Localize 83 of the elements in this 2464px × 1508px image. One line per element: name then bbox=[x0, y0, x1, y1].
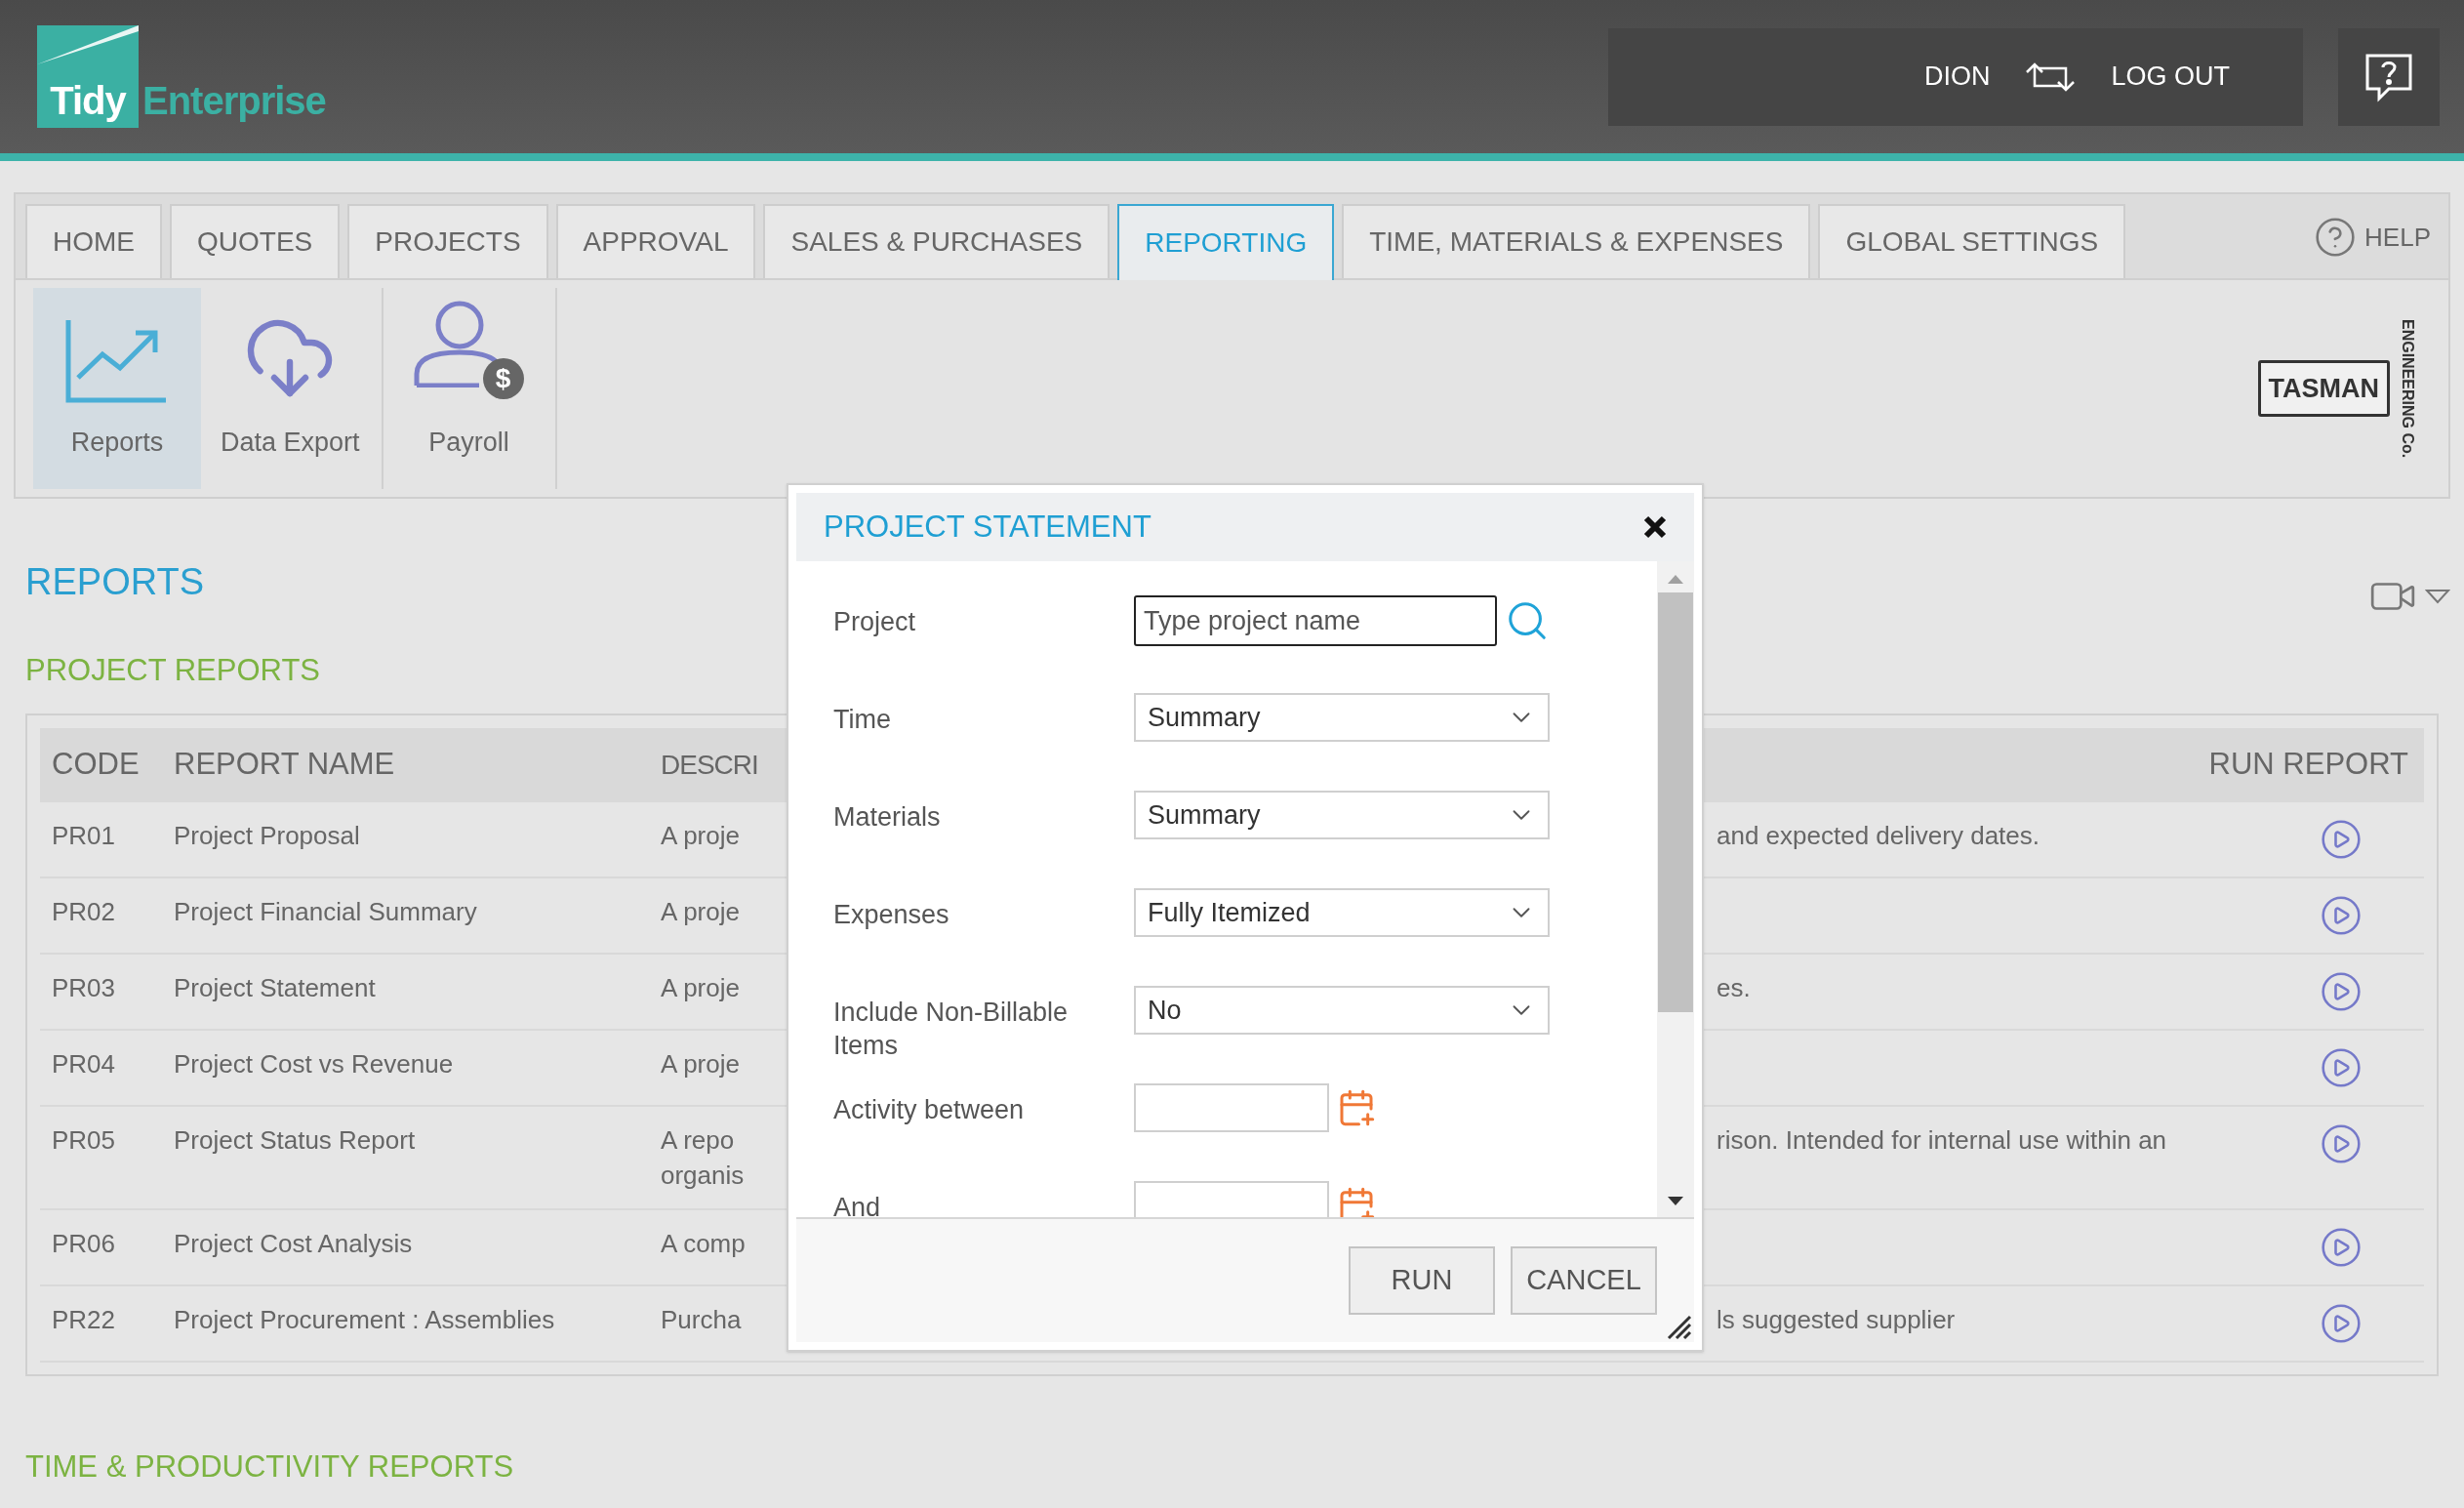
play-icon[interactable] bbox=[2320, 1121, 2363, 1165]
table-cell-text: and expected delivery dates. bbox=[1717, 819, 2040, 852]
field-label: Time bbox=[833, 704, 892, 736]
field-label: Include Non-Billable Items bbox=[833, 997, 1070, 1062]
date-field[interactable] bbox=[1134, 1083, 1329, 1132]
table-cell-text: PR01 bbox=[51, 819, 117, 852]
nav-tab[interactable]: GLOBAL SETTINGS bbox=[1818, 204, 2126, 278]
table-cell-text: A proje bbox=[661, 819, 740, 852]
toolbar-item[interactable]: Reports bbox=[33, 288, 201, 489]
app-logo[interactable]: Tidy Enterprise bbox=[37, 25, 326, 128]
table-cell-text: PR02 bbox=[51, 895, 117, 928]
table-cell-text: Project Cost vs Revenue bbox=[174, 1047, 455, 1080]
field-label: Materials bbox=[833, 801, 942, 834]
table-cell-text: PR04 bbox=[51, 1047, 117, 1080]
dropdown-select[interactable]: Fully Itemized bbox=[1134, 888, 1550, 937]
nav-tab[interactable]: REPORTING bbox=[1117, 204, 1335, 280]
nav-tab[interactable]: QUOTES bbox=[170, 204, 341, 278]
table-cell-text: Project Statement bbox=[174, 971, 377, 1004]
table-cell-text: Purcha bbox=[661, 1303, 742, 1336]
dialog-button[interactable]: CANCEL bbox=[1511, 1246, 1657, 1315]
brand-name: TASMAN bbox=[2257, 359, 2390, 418]
help-icon bbox=[2314, 216, 2358, 259]
dropdown-select[interactable]: No bbox=[1134, 986, 1550, 1035]
brand-tagline: ENGINEERING Co. bbox=[2399, 318, 2417, 459]
dollar-badge: $ bbox=[482, 357, 524, 399]
table-cell-text: PR05 bbox=[51, 1123, 117, 1157]
table-cell-text: A proje bbox=[661, 895, 740, 928]
nav-tab[interactable]: PROJECTS bbox=[347, 204, 548, 278]
table-cell-text: es. bbox=[1717, 971, 1751, 1004]
play-icon[interactable] bbox=[2320, 893, 2363, 937]
nav-tab[interactable]: HOME bbox=[25, 204, 162, 278]
play-icon[interactable] bbox=[2320, 1301, 2363, 1345]
date-field[interactable] bbox=[1134, 1181, 1329, 1217]
play-icon[interactable] bbox=[2320, 1225, 2363, 1269]
field-label: And bbox=[833, 1192, 882, 1217]
scrollbar[interactable] bbox=[1657, 561, 1694, 1217]
table-cell-text: Project Financial Summary bbox=[174, 895, 478, 928]
nav-tab[interactable]: APPROVAL bbox=[555, 204, 756, 278]
project-search-field[interactable]: Type project name bbox=[1134, 595, 1497, 646]
dropdown-select[interactable]: Summary bbox=[1134, 693, 1550, 742]
column-header: CODE bbox=[51, 746, 141, 784]
dialog-title: PROJECT STATEMENT bbox=[824, 508, 1151, 546]
table-cell-text: Project Procurement : Assemblies bbox=[174, 1303, 556, 1336]
table-cell-text: A comp bbox=[661, 1227, 746, 1260]
table-cell-text: PR06 bbox=[51, 1227, 117, 1260]
table-cell-text: A proje bbox=[661, 1047, 740, 1080]
column-header: REPORT NAME bbox=[174, 746, 396, 784]
section-heading: TIME & PRODUCTIVITY REPORTS bbox=[25, 1447, 515, 1486]
table-cell-text: rison. Intended for internal use within an bbox=[1717, 1123, 2167, 1157]
table-cell-text: ls suggested supplier bbox=[1717, 1303, 1956, 1336]
table-cell-text: Project Proposal bbox=[174, 819, 361, 852]
resize-grip-icon[interactable] bbox=[1667, 1315, 1692, 1340]
caret-down-icon[interactable] bbox=[2425, 589, 2450, 604]
logout-link[interactable]: LOG OUT bbox=[2111, 57, 2230, 97]
field-label: Project bbox=[833, 606, 917, 638]
dropdown-select[interactable]: Summary bbox=[1134, 791, 1550, 839]
page-title: REPORTS bbox=[25, 559, 204, 604]
field-label: Activity between bbox=[833, 1094, 1026, 1126]
table-cell-text: PR22 bbox=[51, 1303, 117, 1336]
toolbar-item[interactable]: $ Payroll bbox=[384, 288, 553, 489]
play-icon[interactable] bbox=[2320, 817, 2363, 861]
column-header: RUN REPORT bbox=[2208, 746, 2409, 784]
help-link[interactable]: HELP bbox=[2314, 216, 2431, 259]
scroll-up-icon[interactable] bbox=[1666, 573, 1685, 585]
toolbar-item[interactable]: Data Export bbox=[201, 288, 380, 489]
dialog-button[interactable]: RUN bbox=[1349, 1246, 1495, 1315]
table-cell-text: Project Cost Analysis bbox=[174, 1227, 414, 1260]
play-icon[interactable] bbox=[2320, 1045, 2363, 1089]
help-button[interactable] bbox=[2338, 27, 2440, 126]
table-cell-text: A repo organis bbox=[661, 1123, 745, 1192]
nav-tab[interactable]: TIME, MATERIALS & EXPENSES bbox=[1342, 204, 1811, 278]
close-icon[interactable] bbox=[1643, 515, 1667, 539]
field-label: Expenses bbox=[833, 899, 950, 931]
play-icon[interactable] bbox=[2320, 969, 2363, 1013]
user-name[interactable]: DION bbox=[1924, 57, 1991, 97]
column-header: DESCRI bbox=[661, 750, 758, 781]
table-cell-text: A proje bbox=[661, 971, 740, 1004]
scroll-down-icon[interactable] bbox=[1666, 1196, 1685, 1207]
logo-stripe-icon bbox=[37, 25, 139, 64]
table-cell-text: PR03 bbox=[51, 971, 117, 1004]
nav-tab[interactable]: SALES & PURCHASES bbox=[763, 204, 1111, 278]
table-cell-text: Project Status Report bbox=[174, 1123, 417, 1157]
section-heading: PROJECT REPORTS bbox=[25, 652, 322, 689]
